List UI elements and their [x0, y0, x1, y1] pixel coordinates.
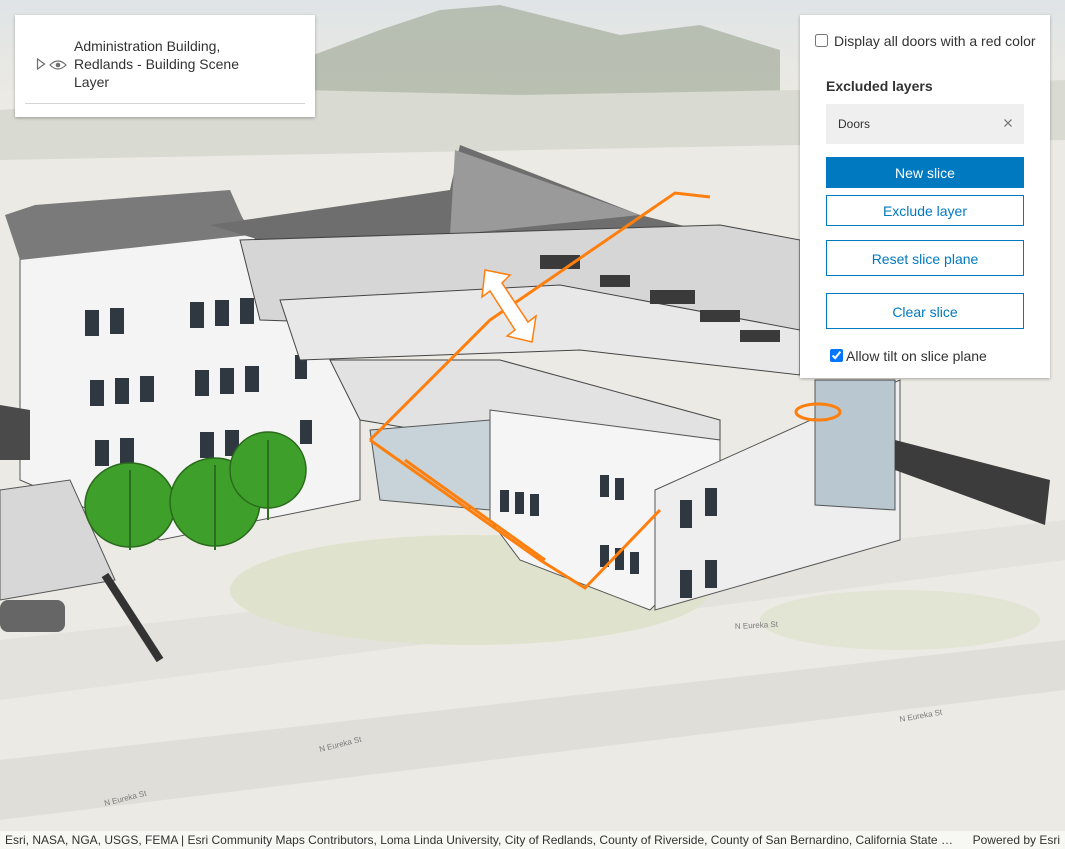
layer-list-panel: Administration Building, Redlands - Buil…	[15, 15, 315, 117]
caret-right-icon[interactable]	[36, 58, 46, 70]
exclude-layer-button[interactable]: Exclude layer	[826, 195, 1024, 226]
layer-title: Administration Building, Redlands - Buil…	[74, 38, 239, 90]
eye-icon[interactable]	[49, 59, 67, 71]
attribution-bar: Esri, NASA, NGA, USGS, FEMA | Esri Commu…	[0, 831, 1065, 849]
ramp	[0, 405, 30, 460]
allow-tilt-label: Allow tilt on slice plane	[846, 348, 987, 364]
clear-slice-button[interactable]: Clear slice	[826, 293, 1024, 329]
excluded-layer-label: Doors	[838, 117, 871, 131]
new-slice-button[interactable]: New slice	[826, 157, 1024, 188]
lawn	[760, 590, 1040, 650]
display-doors-checkbox[interactable]	[815, 34, 828, 47]
powered-by-link[interactable]: Powered by Esri	[973, 831, 1060, 849]
attribution-text: Esri, NASA, NGA, USGS, FEMA | Esri Commu…	[5, 833, 960, 847]
layer-list-item[interactable]: Administration Building, Redlands - Buil…	[25, 25, 305, 104]
excluded-layers-title: Excluded layers	[826, 78, 933, 94]
slice-panel: Display all doors with a red color Exclu…	[800, 15, 1050, 378]
allow-tilt-option[interactable]: Allow tilt on slice plane	[830, 348, 987, 364]
reset-slice-plane-button[interactable]: Reset slice plane	[826, 240, 1024, 276]
close-icon[interactable]	[1002, 117, 1014, 129]
stair-tower	[814, 379, 896, 511]
display-doors-label: Display all doors with a red color	[834, 33, 1036, 49]
excluded-layer-chip: Doors	[826, 104, 1024, 144]
allow-tilt-checkbox[interactable]	[830, 349, 843, 362]
car	[0, 600, 65, 632]
display-doors-option[interactable]: Display all doors with a red color	[811, 32, 1041, 50]
